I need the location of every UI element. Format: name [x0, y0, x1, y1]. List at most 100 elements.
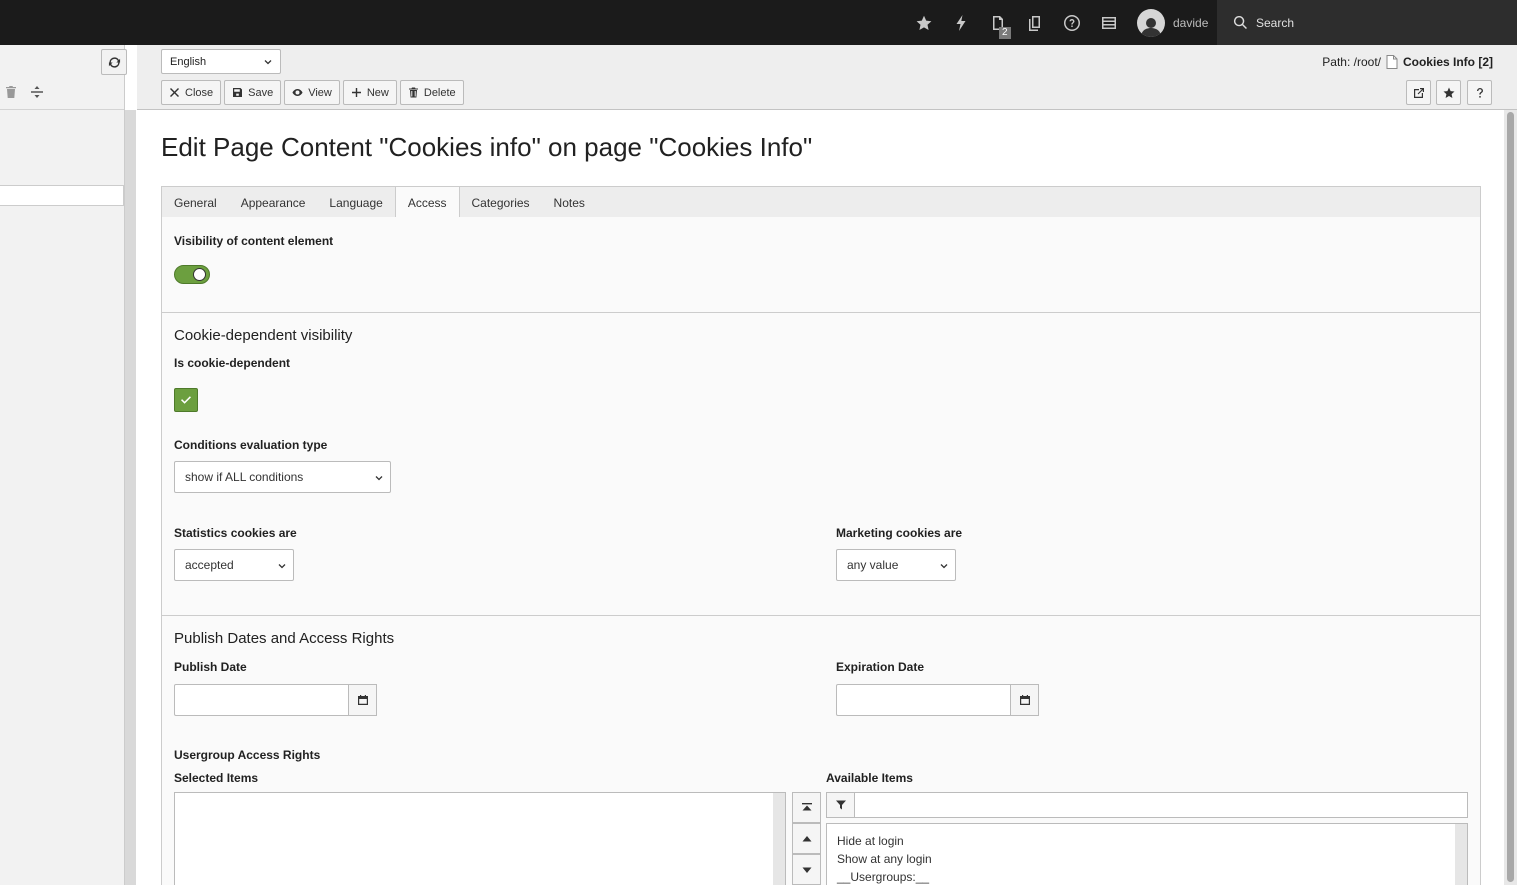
- avatar-icon: [1137, 8, 1165, 37]
- save-icon: [233, 88, 243, 97]
- tab-appearance[interactable]: Appearance: [229, 187, 318, 218]
- available-items-filter-input[interactable]: [855, 792, 1468, 818]
- publish-section-title: Publish Dates and Access Rights: [174, 630, 395, 647]
- toggle-knob: [193, 268, 206, 281]
- move-down-button[interactable]: [792, 854, 821, 885]
- usergroup-label: Usergroup Access Rights: [174, 748, 321, 762]
- breadcrumb-page: Cookies Info [2]: [1402, 55, 1493, 69]
- user-menu[interactable]: davide: [1137, 8, 1208, 37]
- search-input[interactable]: [1256, 15, 1496, 30]
- view-button[interactable]: View: [284, 80, 340, 105]
- statistics-select[interactable]: accepted: [174, 549, 294, 581]
- arrow-up-icon: [802, 835, 811, 841]
- panel-splitter[interactable]: [125, 110, 136, 885]
- close-button[interactable]: Close: [161, 80, 222, 105]
- list-item[interactable]: Hide at login: [837, 832, 1457, 850]
- cookie-dependent-label: Is cookie-dependent: [174, 356, 291, 370]
- publish-date-calendar-button[interactable]: [349, 684, 377, 716]
- search-icon: [1233, 15, 1247, 29]
- conditions-label: Conditions evaluation type: [174, 438, 328, 452]
- breadcrumb-path: Path: /root/: [1322, 55, 1381, 69]
- visibility-toggle[interactable]: [174, 265, 210, 284]
- expiration-date-label: Expiration Date: [836, 660, 925, 674]
- refresh-icon: [108, 56, 120, 68]
- docheader-buttons: Close Save View New Delete: [161, 80, 467, 105]
- statistics-select-value: accepted: [185, 558, 234, 572]
- move-top-icon: [801, 802, 812, 810]
- move-to-top-button[interactable]: [792, 792, 821, 823]
- chevron-down-icon: [940, 564, 948, 569]
- new-button[interactable]: New: [342, 80, 397, 105]
- chevron-down-icon: [278, 564, 286, 569]
- edit-form-area: Edit Page Content "Cookies info" on page…: [137, 110, 1504, 885]
- chevron-down-icon: [264, 60, 272, 65]
- external-link-icon: [1413, 87, 1424, 98]
- opendocs-icon[interactable]: 2: [979, 0, 1016, 45]
- username: davide: [1173, 15, 1209, 30]
- marketing-select[interactable]: any value: [836, 549, 956, 581]
- bookmark-button[interactable]: [1436, 80, 1461, 105]
- language-select[interactable]: English: [161, 49, 281, 74]
- visibility-label: Visibility of content element: [174, 234, 334, 248]
- new-button-label: New: [366, 86, 389, 99]
- marketing-label: Marketing cookies are: [836, 526, 963, 540]
- marketing-select-value: any value: [847, 558, 899, 572]
- view-button-label: View: [308, 86, 332, 99]
- selected-items-scrollbar[interactable]: [773, 793, 785, 885]
- publish-date-input[interactable]: [174, 684, 349, 716]
- expiration-date-calendar-button[interactable]: [1011, 684, 1039, 716]
- publish-date-label: Publish Date: [174, 660, 247, 674]
- opendocs-badge: 2: [999, 27, 1011, 39]
- page-title: Edit Page Content "Cookies info" on page…: [161, 132, 813, 162]
- tab-bar: General Appearance Language Access Categ…: [161, 186, 1481, 219]
- help-button[interactable]: [1467, 80, 1492, 105]
- trash-icon[interactable]: [4, 85, 18, 99]
- check-icon: [181, 396, 191, 404]
- help-icon[interactable]: [1053, 0, 1090, 45]
- toolbar-icons: 2: [905, 0, 1127, 45]
- conditions-select-value: show if ALL conditions: [185, 470, 304, 484]
- system-info-icon[interactable]: [1090, 0, 1127, 45]
- open-new-window-button[interactable]: [1406, 80, 1431, 105]
- available-items-scrollbar[interactable]: [1455, 824, 1467, 885]
- statistics-label: Statistics cookies are: [174, 526, 297, 540]
- tab-notes[interactable]: Notes: [542, 187, 597, 218]
- list-item[interactable]: __Usergroups:__: [837, 868, 1457, 885]
- page-tree-panel: [0, 45, 125, 885]
- bookmarks-star-icon[interactable]: [905, 0, 942, 45]
- tab-general[interactable]: General: [162, 187, 229, 218]
- delete-button[interactable]: Delete: [399, 80, 464, 105]
- publish-date-field: [174, 684, 377, 716]
- recent-docs-icon[interactable]: [1016, 0, 1053, 45]
- publish-section: Publish Dates and Access Rights Publish …: [161, 615, 1481, 885]
- tab-categories[interactable]: Categories: [460, 187, 542, 218]
- filter-icon: [826, 792, 855, 818]
- selected-items-list[interactable]: [174, 792, 786, 885]
- expiration-date-input[interactable]: [836, 684, 1011, 716]
- flash-icon[interactable]: [942, 0, 979, 45]
- move-up-button[interactable]: [792, 823, 821, 854]
- save-button-label: Save: [248, 86, 274, 99]
- page-icon: [1386, 55, 1398, 69]
- chevron-down-icon: [375, 476, 383, 481]
- save-button[interactable]: Save: [224, 80, 282, 105]
- conditions-select[interactable]: show if ALL conditions: [174, 461, 391, 493]
- cookie-dependent-checkbox[interactable]: [174, 388, 198, 412]
- top-bar: 2 davide: [0, 0, 1517, 45]
- star-icon: [1443, 87, 1454, 98]
- breadcrumb: Path: /root/ Cookies Info [2]: [1322, 55, 1493, 69]
- tab-language[interactable]: Language: [317, 187, 394, 218]
- language-select-value: English: [170, 55, 207, 68]
- question-icon: [1476, 87, 1483, 98]
- refresh-tree-button[interactable]: [101, 49, 127, 75]
- content-scrollbar[interactable]: [1504, 110, 1517, 885]
- scrollbar-thumb[interactable]: [1507, 112, 1514, 882]
- list-item[interactable]: Show at any login: [837, 850, 1457, 868]
- tree-filter-input[interactable]: [0, 185, 124, 206]
- cookie-section-title: Cookie-dependent visibility: [174, 327, 353, 344]
- module-docheader: English Path: /root/ Cookies Info [2] Cl…: [137, 45, 1517, 110]
- visibility-section: Visibility of content element: [161, 217, 1481, 313]
- tab-access[interactable]: Access: [394, 187, 460, 219]
- collapse-icon[interactable]: [30, 85, 44, 99]
- close-icon: [170, 88, 179, 97]
